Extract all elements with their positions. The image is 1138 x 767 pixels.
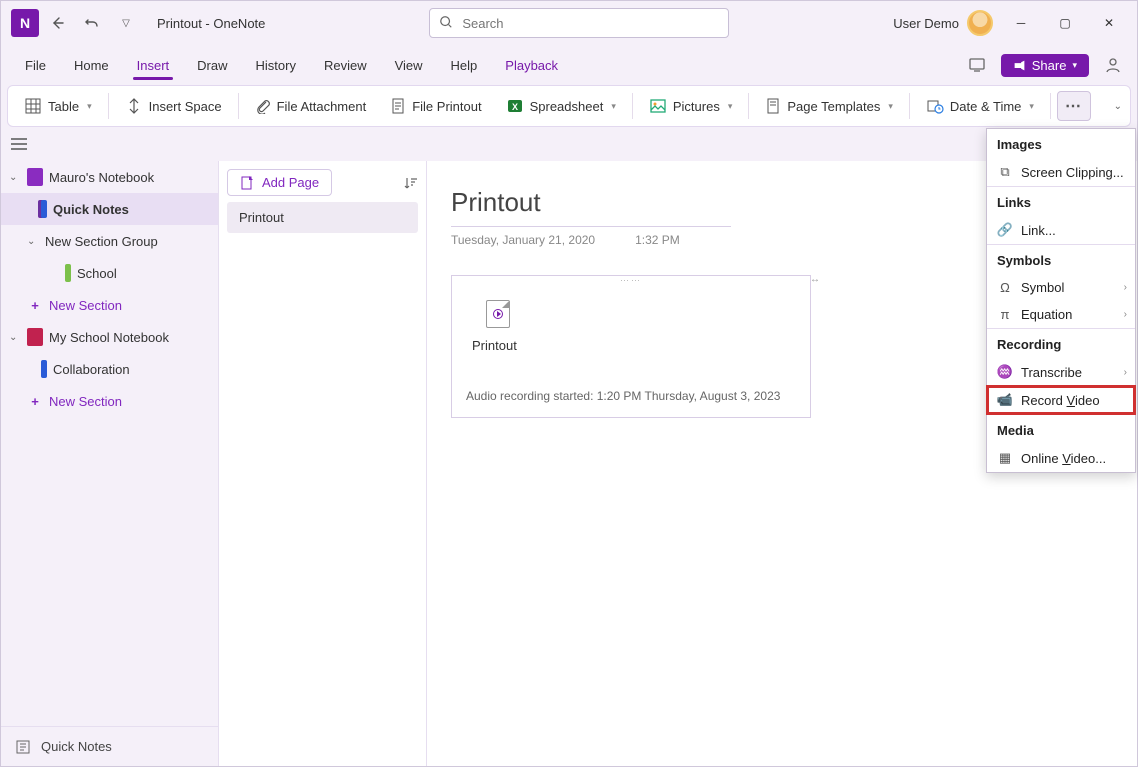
page-time: 1:32 PM bbox=[635, 233, 680, 247]
overflow-item-symbol[interactable]: ΩSymbol› bbox=[987, 274, 1135, 301]
recording-meta: Audio recording started: 1:20 PM Thursda… bbox=[466, 389, 796, 403]
overflow-item-record-video[interactable]: 📹Record Video bbox=[987, 386, 1135, 414]
pages-column: Add Page Printout bbox=[219, 161, 427, 766]
cam-icon: 📹 bbox=[997, 392, 1013, 408]
table-button[interactable]: Table▾ bbox=[14, 86, 102, 126]
omega-icon: Ω bbox=[997, 280, 1013, 295]
insert-space-button[interactable]: Insert Space bbox=[115, 86, 232, 126]
table-label: Table bbox=[48, 99, 79, 114]
page-item[interactable]: Printout bbox=[227, 202, 418, 233]
file-printout-button[interactable]: File Printout bbox=[380, 86, 491, 126]
pictures-button[interactable]: Pictures▾ bbox=[639, 86, 743, 126]
minimize-button[interactable]: ─ bbox=[999, 8, 1043, 38]
sidebar-group[interactable]: ⌄New Section Group bbox=[1, 225, 218, 257]
sidebar-footer-label: Quick Notes bbox=[41, 739, 112, 754]
sidebar-section[interactable]: School bbox=[1, 257, 218, 289]
spreadsheet-label: Spreadsheet bbox=[530, 99, 604, 114]
sidebar-section[interactable]: Collaboration bbox=[1, 353, 218, 385]
titlebar: N ▽ Printout - OneNote User Demo ─ ▢ ✕ bbox=[1, 1, 1137, 45]
user-name: User Demo bbox=[893, 16, 959, 31]
user-block[interactable]: User Demo bbox=[893, 10, 993, 36]
search-icon bbox=[439, 15, 453, 29]
svg-text:X: X bbox=[512, 102, 518, 112]
share-button[interactable]: Share ▾ bbox=[1001, 54, 1089, 77]
ribbon-overflow-menu: Images⧉Screen Clipping...Links🔗Link...Sy… bbox=[986, 128, 1136, 473]
page-title[interactable]: Printout bbox=[451, 187, 731, 227]
tab-playback[interactable]: Playback bbox=[491, 45, 572, 85]
account-icon[interactable] bbox=[1099, 51, 1127, 79]
close-button[interactable]: ✕ bbox=[1087, 8, 1131, 38]
notebook-header[interactable]: ⌄Mauro's Notebook bbox=[1, 161, 218, 193]
link-icon: 🔗 bbox=[997, 222, 1013, 238]
back-button[interactable] bbox=[43, 8, 73, 38]
notebook-header[interactable]: ⌄My School Notebook bbox=[1, 321, 218, 353]
file-attachment-label: File Attachment bbox=[277, 99, 367, 114]
sidebar-footer[interactable]: Quick Notes bbox=[1, 726, 218, 766]
tab-file[interactable]: File bbox=[11, 45, 60, 85]
search-input[interactable] bbox=[429, 8, 729, 38]
clip-icon: ⧉ bbox=[997, 164, 1013, 180]
secondary-bar: Search N bbox=[1, 127, 1137, 161]
drag-handle-icon[interactable]: ⋯⋯ bbox=[620, 275, 642, 286]
present-icon[interactable] bbox=[963, 51, 991, 79]
overflow-item-online-video-[interactable]: ▦Online Video... bbox=[987, 444, 1135, 472]
new-section-button[interactable]: +New Section bbox=[1, 385, 218, 417]
notes-icon bbox=[15, 739, 31, 755]
overflow-group-title: Symbols bbox=[987, 245, 1135, 274]
window-title: Printout - OneNote bbox=[157, 16, 265, 31]
insert-space-label: Insert Space bbox=[149, 99, 222, 114]
new-section-button[interactable]: +New Section bbox=[1, 289, 218, 321]
undo-button[interactable] bbox=[77, 8, 107, 38]
qat-dropdown[interactable]: ▽ bbox=[111, 8, 141, 38]
file-printout-label: File Printout bbox=[412, 99, 481, 114]
hamburger-icon[interactable] bbox=[11, 138, 27, 150]
notebook-sidebar: ⌄Mauro's NotebookQuick Notes⌄New Section… bbox=[1, 161, 219, 766]
pi-icon: π bbox=[997, 307, 1013, 322]
overflow-item-equation[interactable]: πEquation› bbox=[987, 301, 1135, 328]
tab-history[interactable]: History bbox=[242, 45, 310, 85]
file-attachment-button[interactable]: File Attachment bbox=[245, 86, 377, 126]
sort-icon[interactable] bbox=[404, 176, 418, 190]
overflow-group-title: Recording bbox=[987, 329, 1135, 358]
audio-file-icon[interactable] bbox=[486, 300, 510, 328]
spreadsheet-button[interactable]: X Spreadsheet▾ bbox=[496, 86, 626, 126]
page-templates-button[interactable]: Page Templates▾ bbox=[755, 86, 903, 126]
share-label: Share bbox=[1032, 58, 1067, 73]
vid-icon: ▦ bbox=[997, 450, 1013, 466]
sidebar-section[interactable]: Quick Notes bbox=[1, 193, 218, 225]
page-date: Tuesday, January 21, 2020 bbox=[451, 233, 595, 247]
overflow-item-link-[interactable]: 🔗Link... bbox=[987, 216, 1135, 244]
search-wrap bbox=[429, 8, 729, 38]
resize-handle-icon[interactable]: ↔ bbox=[810, 274, 820, 285]
app-icon: N bbox=[11, 9, 39, 37]
overflow-group-title: Images bbox=[987, 129, 1135, 158]
tab-insert[interactable]: Insert bbox=[123, 45, 184, 85]
ribbon-overflow-button[interactable]: ⋯ bbox=[1057, 91, 1091, 121]
tab-help[interactable]: Help bbox=[437, 45, 492, 85]
avatar bbox=[967, 10, 993, 36]
pictures-label: Pictures bbox=[673, 99, 720, 114]
tab-view[interactable]: View bbox=[381, 45, 437, 85]
page-templates-label: Page Templates bbox=[787, 99, 880, 114]
attachment-name: Printout bbox=[472, 338, 796, 353]
ribbon: Table▾ Insert Space File Attachment File… bbox=[7, 85, 1131, 127]
tab-review[interactable]: Review bbox=[310, 45, 381, 85]
overflow-group-title: Links bbox=[987, 187, 1135, 216]
overflow-item-transcribe[interactable]: ♒Transcribe› bbox=[987, 358, 1135, 386]
date-time-label: Date & Time bbox=[950, 99, 1022, 114]
wave-icon: ♒ bbox=[997, 364, 1013, 380]
tab-home[interactable]: Home bbox=[60, 45, 123, 85]
maximize-button[interactable]: ▢ bbox=[1043, 8, 1087, 38]
overflow-group-title: Media bbox=[987, 415, 1135, 444]
menu-tabs: FileHomeInsertDrawHistoryReviewViewHelpP… bbox=[1, 45, 1137, 85]
add-page-button[interactable]: Add Page bbox=[227, 169, 332, 196]
overflow-item-screen-clipping-[interactable]: ⧉Screen Clipping... bbox=[987, 158, 1135, 186]
note-container[interactable]: ⋯⋯ ↔ Printout Audio recording started: 1… bbox=[451, 275, 811, 418]
tab-draw[interactable]: Draw bbox=[183, 45, 241, 85]
add-page-label: Add Page bbox=[262, 175, 319, 190]
ribbon-collapse[interactable]: ⌄ bbox=[1114, 101, 1122, 112]
date-time-button[interactable]: Date & Time▾ bbox=[916, 86, 1044, 126]
